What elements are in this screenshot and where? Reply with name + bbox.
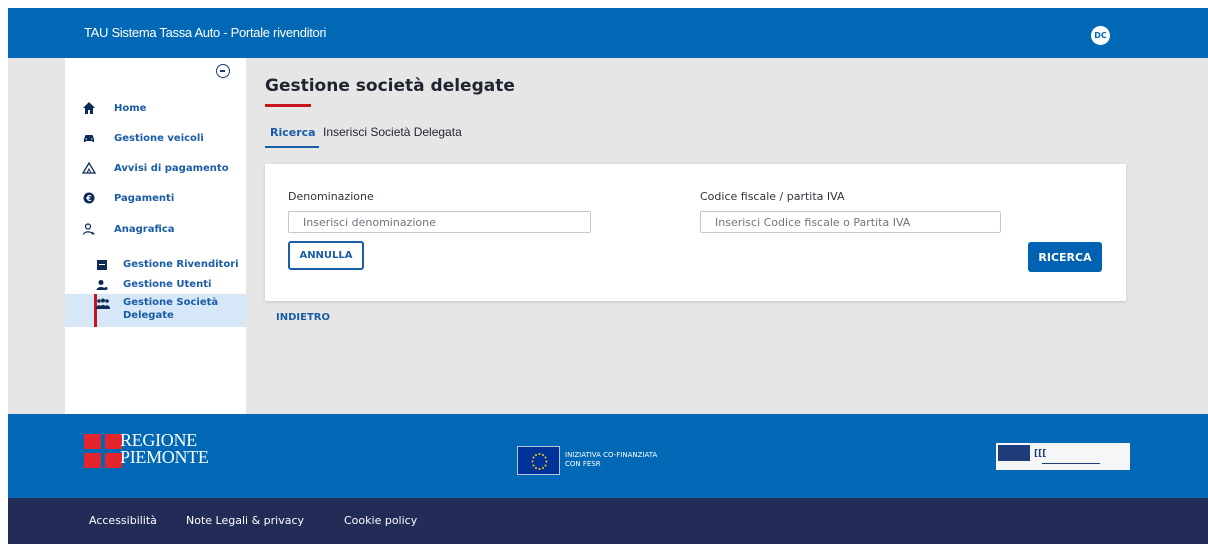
sidebar-item-label: Gestione veicoli — [114, 132, 204, 144]
denominazione-input[interactable] — [288, 211, 591, 233]
partner-logo-line — [1042, 463, 1100, 464]
eu-flag-icon — [517, 446, 560, 475]
minus-circle-icon[interactable] — [216, 64, 230, 78]
sidebar-item-avvisi[interactable]: Avvisi di pagamento — [65, 158, 246, 178]
user-settings-icon — [96, 279, 108, 291]
sidebar-item-label-line2: Delegate — [123, 310, 174, 321]
regione-logo-text: REGIONE PIEMONTE — [120, 431, 209, 467]
sidebar-item-home[interactable]: Home — [65, 98, 246, 118]
partner-logo-image — [998, 445, 1030, 461]
sidebar-item-label: Gestione Utenti — [123, 279, 212, 290]
annulla-button[interactable]: ANNULLA — [288, 241, 364, 270]
sidebar: Home Gestione veicoli Avvisi di pagament… — [65, 58, 246, 414]
codice-fiscale-input[interactable] — [700, 211, 1001, 233]
sidebar-item-gestione-utenti[interactable]: Gestione Utenti — [65, 277, 246, 293]
page-title: Gestione società delegate — [265, 76, 515, 96]
link-cookie-policy[interactable]: Cookie policy — [344, 498, 417, 544]
store-icon — [96, 259, 108, 271]
user-avatar[interactable]: DC — [1091, 26, 1110, 45]
partner-logo-mark: [[[ — [1034, 449, 1047, 459]
search-form-card: Denominazione Codice fiscale / partita I… — [265, 164, 1126, 301]
sidebar-item-gestione-societa-delegate[interactable]: Gestione Società Delegate — [65, 294, 246, 327]
warning-icon — [81, 161, 97, 175]
sidebar-item-label-line1: Gestione Società — [123, 297, 219, 308]
group-icon — [96, 298, 110, 310]
eu-line1: INIZIATIVA CO-FINANZIATA — [565, 451, 658, 459]
ricerca-button[interactable]: RICERCA — [1028, 242, 1102, 272]
sidebar-item-anagrafica[interactable]: Anagrafica — [65, 219, 246, 239]
user-icon — [82, 222, 96, 236]
sidebar-item-label: Pagamenti — [114, 192, 175, 204]
home-icon — [82, 101, 96, 115]
tab-ricerca[interactable]: Ricerca — [270, 126, 316, 139]
sidebar-item-gestione-rivenditori[interactable]: Gestione Rivenditori — [65, 257, 246, 273]
indietro-link[interactable]: INDIETRO — [276, 312, 330, 323]
sidebar-item-label: Home — [114, 102, 147, 114]
sidebar-item-label: Gestione Rivenditori — [123, 259, 239, 270]
euro-icon: € — [82, 191, 96, 205]
piemonte-flag-icon — [84, 434, 122, 468]
partner-logo: [[[ — [996, 443, 1130, 470]
car-icon — [82, 131, 96, 145]
eu-badge-text: INIZIATIVA CO-FINANZIATA CON FESR — [565, 451, 657, 469]
regione-line2: PIEMONTE — [120, 447, 209, 467]
svg-text:€: € — [85, 194, 92, 203]
top-header: TAU Sistema Tassa Auto - Portale rivendi… — [8, 8, 1208, 58]
sidebar-item-pagamenti[interactable]: € Pagamenti — [65, 188, 246, 208]
denominazione-label: Denominazione — [288, 190, 374, 203]
link-accessibilita[interactable]: Accessibilità — [89, 498, 157, 544]
link-note-legali-privacy[interactable]: Note Legali & privacy — [186, 498, 304, 544]
app-frame: TAU Sistema Tassa Auto - Portale rivendi… — [8, 8, 1208, 544]
codice-fiscale-label: Codice fiscale / partita IVA — [700, 190, 845, 203]
tab-inserisci-societa-delegata[interactable]: Inserisci Società Delegata — [323, 125, 462, 139]
eu-line2: CON FESR — [565, 460, 601, 468]
sidebar-item-label: Avvisi di pagamento — [114, 162, 229, 174]
sidebar-item-veicoli[interactable]: Gestione veicoli — [65, 128, 246, 148]
app-title: TAU Sistema Tassa Auto - Portale rivendi… — [84, 25, 327, 40]
title-underline — [265, 104, 311, 107]
footer-links: Accessibilità Note Legali & privacy Cook… — [8, 498, 1208, 544]
sidebar-item-label: Anagrafica — [114, 223, 175, 235]
active-tab-indicator — [265, 146, 319, 148]
